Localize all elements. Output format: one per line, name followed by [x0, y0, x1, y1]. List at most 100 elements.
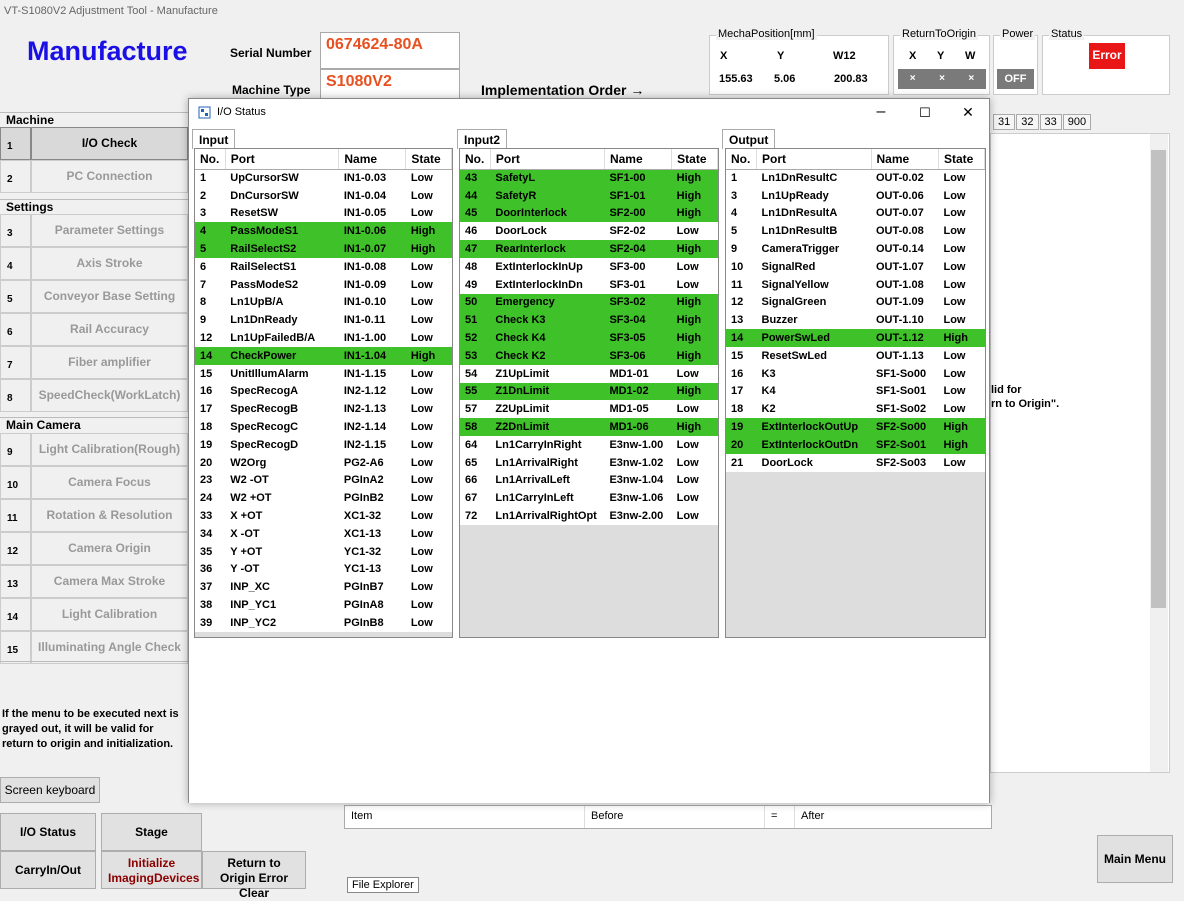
io-table-row[interactable]: 12 Ln1UpFailedB/A IN1-1.00 Low — [195, 329, 452, 347]
io-table-row[interactable]: 5 RailSelectS2 IN1-0.07 High — [195, 240, 452, 258]
io-table-row[interactable]: 1 UpCursorSW IN1-0.03 Low — [195, 169, 452, 187]
maximize-icon[interactable]: ☐ — [910, 105, 940, 121]
io-table-row[interactable]: 52 Check K4 SF3-05 High — [460, 329, 718, 347]
io-column-header[interactable]: No. — [726, 149, 757, 170]
io-table-row[interactable]: 4 PassModeS1 IN1-0.06 High — [195, 222, 452, 241]
io-table-row[interactable]: 33 X +OT XC1-32 Low — [195, 507, 452, 525]
input2-grid[interactable]: No. Port Name State 43 SafetyL SF1-00 High 44 Saf… — [459, 148, 719, 638]
io-column-header[interactable]: Port — [225, 149, 340, 170]
io-table-row[interactable]: 38 INP_YC1 PGInA8 Low — [195, 596, 452, 614]
io-column-header[interactable]: No. — [460, 149, 491, 170]
io-table-row[interactable]: 14 PowerSwLed OUT-1.12 High — [726, 329, 985, 347]
io-table-row[interactable]: 66 Ln1ArrivalLeft E3nw-1.04 Low — [460, 472, 718, 490]
menu-item-button[interactable]: Light Calibration(Rough) — [31, 433, 188, 466]
io-status-button[interactable]: I/O Status — [0, 813, 96, 851]
menu-item-button[interactable]: Parameter Settings — [31, 214, 188, 247]
carry-in-out-button[interactable]: CarryIn/Out — [0, 851, 96, 889]
io-table-row[interactable]: 49 ExtInterlockInDn SF3-01 Low — [460, 276, 718, 294]
io-table-row[interactable]: 14 CheckPower IN1-1.04 High — [195, 346, 452, 365]
io-table-row[interactable]: 13 Buzzer OUT-1.10 Low — [726, 311, 985, 329]
menu-item[interactable]: 15 Illuminating Angle Check — [0, 631, 188, 664]
io-table-row[interactable]: 19 SpecRecogD IN2-1.15 Low — [195, 436, 452, 454]
io-column-header[interactable]: Name — [338, 149, 407, 170]
menu-item[interactable]: 1 I/O Check — [0, 127, 188, 160]
io-table-row[interactable]: 24 W2 +OT PGInB2 Low — [195, 489, 452, 507]
io-column-header[interactable]: Name — [871, 149, 939, 170]
io-table-row[interactable]: 4 Ln1DnResultA OUT-0.07 Low — [726, 205, 985, 223]
menu-item-button[interactable]: PC Connection — [31, 160, 188, 193]
io-table-row[interactable]: 3 ResetSW IN1-0.05 Low — [195, 205, 452, 223]
dialog-titlebar[interactable]: I/O Status – ☐ ✕ — [189, 99, 989, 127]
io-table-row[interactable]: 6 RailSelectS1 IN1-0.08 Low — [195, 258, 452, 276]
menu-item[interactable]: 3 Parameter Settings — [0, 214, 188, 247]
io-table-row[interactable]: 18 K2 SF1-So02 Low — [726, 400, 985, 418]
menu-item-button[interactable]: SpeedCheck(WorkLatch) — [31, 379, 188, 412]
io-table-row[interactable]: 45 DoorInterlock SF2-00 High — [460, 204, 718, 223]
menu-item-button[interactable]: Conveyor Base Setting — [31, 280, 188, 313]
stage-button[interactable]: Stage — [101, 813, 202, 851]
menu-item[interactable]: 11 Rotation & Resolution — [0, 499, 188, 532]
io-table-row[interactable]: 1 Ln1DnResultC OUT-0.02 Low — [726, 169, 985, 187]
io-table-row[interactable]: 37 INP_XC PGInB7 Low — [195, 578, 452, 596]
menu-item[interactable]: 8 SpeedCheck(WorkLatch) — [0, 379, 188, 412]
main-menu-button[interactable]: Main Menu — [1097, 835, 1173, 883]
io-table-row[interactable]: 44 SafetyR SF1-01 High — [460, 186, 718, 205]
io-column-header[interactable]: State — [405, 149, 452, 170]
io-table-row[interactable]: 55 Z1DnLimit MD1-02 High — [460, 382, 718, 401]
io-table-row[interactable]: 67 Ln1CarryInLeft E3nw-1.06 Low — [460, 489, 718, 507]
menu-item-button[interactable]: Axis Stroke — [31, 247, 188, 280]
menu-item-button[interactable]: I/O Check — [31, 127, 188, 160]
menu-item-button[interactable]: Rail Accuracy — [31, 313, 188, 346]
return-to-origin-error-clear-button[interactable]: Return to Origin Error Clear — [202, 851, 306, 900]
menu-item-button[interactable]: Light Calibration — [31, 598, 188, 631]
minimize-icon[interactable]: – — [866, 103, 896, 121]
io-table-row[interactable]: 17 K4 SF1-So01 Low — [726, 383, 985, 401]
input-grid[interactable]: No. Port Name State 1 UpCursorSW IN1-0.03 Low 2 D… — [194, 148, 453, 638]
output-grid[interactable]: No. Port Name State 1 Ln1DnResultC OUT-0.02 Low… — [725, 148, 986, 638]
io-column-header[interactable]: Port — [756, 149, 872, 170]
menu-item-button[interactable]: Illuminating Angle Check — [31, 631, 188, 664]
menu-item[interactable]: 6 Rail Accuracy — [0, 313, 188, 346]
menu-item[interactable]: 7 Fiber amplifier — [0, 346, 188, 379]
io-table-row[interactable]: 47 RearInterlock SF2-04 High — [460, 240, 718, 258]
screen-keyboard-button[interactable]: Screen keyboard — [0, 777, 100, 803]
io-column-header[interactable]: No. — [195, 149, 226, 170]
io-table-row[interactable]: 10 SignalRed OUT-1.07 Low — [726, 258, 985, 276]
menu-item[interactable]: 9 Light Calibration(Rough) — [0, 433, 188, 466]
io-table-row[interactable]: 15 UnitIllumAlarm IN1-1.15 Low — [195, 365, 452, 383]
io-table-row[interactable]: 18 SpecRecogC IN2-1.14 Low — [195, 418, 452, 436]
io-table-row[interactable]: 8 Ln1UpB/A IN1-0.10 Low — [195, 294, 452, 312]
menu-item[interactable]: 2 PC Connection — [0, 160, 188, 193]
instruction-scrollbar-thumb[interactable] — [1151, 150, 1166, 608]
menu-item[interactable]: 12 Camera Origin — [0, 532, 188, 565]
tab-input[interactable]: Input — [192, 129, 236, 149]
io-table-row[interactable]: 72 Ln1ArrivalRightOpt E3nw-2.00 Low — [460, 507, 718, 525]
io-table-row[interactable]: 7 PassModeS2 IN1-0.09 Low — [195, 276, 452, 294]
menu-item-button[interactable]: Rotation & Resolution — [31, 499, 188, 532]
io-table-row[interactable]: 17 SpecRecogB IN2-1.13 Low — [195, 400, 452, 418]
io-table-row[interactable]: 53 Check K2 SF3-06 High — [460, 346, 718, 365]
io-table-row[interactable]: 15 ResetSwLed OUT-1.13 Low — [726, 347, 985, 365]
menu-item[interactable]: 10 Camera Focus — [0, 466, 188, 499]
menu-item-button[interactable]: Camera Origin — [31, 532, 188, 565]
io-table-row[interactable]: 46 DoorLock SF2-02 Low — [460, 222, 718, 240]
io-table-row[interactable]: 12 SignalGreen OUT-1.09 Low — [726, 294, 985, 312]
menu-item[interactable]: 4 Axis Stroke — [0, 247, 188, 280]
tab-output[interactable]: Output — [722, 129, 776, 149]
io-table-row[interactable]: 16 K3 SF1-So00 Low — [726, 365, 985, 383]
io-table-row[interactable]: 58 Z2DnLimit MD1-06 High — [460, 418, 718, 436]
io-table-row[interactable]: 39 INP_YC2 PGInB8 Low — [195, 614, 452, 632]
io-column-header[interactable]: State — [938, 149, 985, 170]
menu-item[interactable]: 13 Camera Max Stroke — [0, 565, 188, 598]
close-icon[interactable]: ✕ — [953, 104, 983, 121]
step-tab-31[interactable]: 31 — [993, 114, 1016, 130]
tab-input2[interactable]: Input2 — [457, 129, 507, 149]
io-column-header[interactable]: State — [671, 149, 718, 170]
io-table-row[interactable]: 48 ExtInterlockInUp SF3-00 Low — [460, 258, 718, 276]
io-table-row[interactable]: 43 SafetyL SF1-00 High — [460, 169, 718, 187]
io-table-row[interactable]: 57 Z2UpLimit MD1-05 Low — [460, 400, 718, 418]
menu-item[interactable]: 14 Light Calibration — [0, 598, 188, 631]
step-tab-900[interactable]: 900 — [1062, 114, 1092, 130]
step-tab-32[interactable]: 32 — [1016, 114, 1039, 130]
io-table-row[interactable]: 2 DnCursorSW IN1-0.04 Low — [195, 187, 452, 205]
